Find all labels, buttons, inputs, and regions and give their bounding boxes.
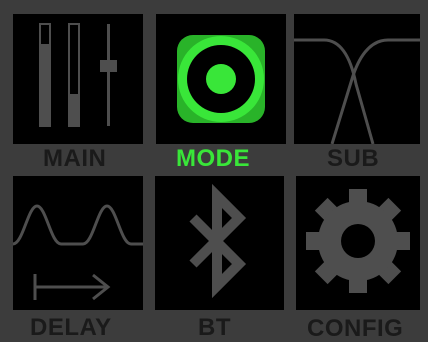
menu-tile-bt[interactable] <box>155 176 284 310</box>
faders-icon <box>39 23 117 127</box>
menu-label-main: MAIN <box>43 145 107 172</box>
menu-label-delay: DELAY <box>30 314 112 341</box>
menu-label-mode: MODE <box>176 145 250 172</box>
menu-tile-delay[interactable] <box>13 176 143 310</box>
mode-record-icon <box>177 35 265 123</box>
menu-tile-main[interactable] <box>13 14 143 144</box>
menu-label-sub: SUB <box>327 145 380 172</box>
menu-label-bt: BT <box>198 314 231 341</box>
menu-tile-mode[interactable] <box>156 14 286 144</box>
delay-wave-icon <box>13 204 143 301</box>
menu-tile-config[interactable] <box>296 176 420 310</box>
menu-tile-sub[interactable] <box>294 14 420 144</box>
crossover-filter-icon <box>294 38 420 144</box>
bluetooth-icon <box>189 183 247 299</box>
menu-label-config: CONFIG <box>307 315 404 342</box>
gear-icon <box>306 189 410 293</box>
